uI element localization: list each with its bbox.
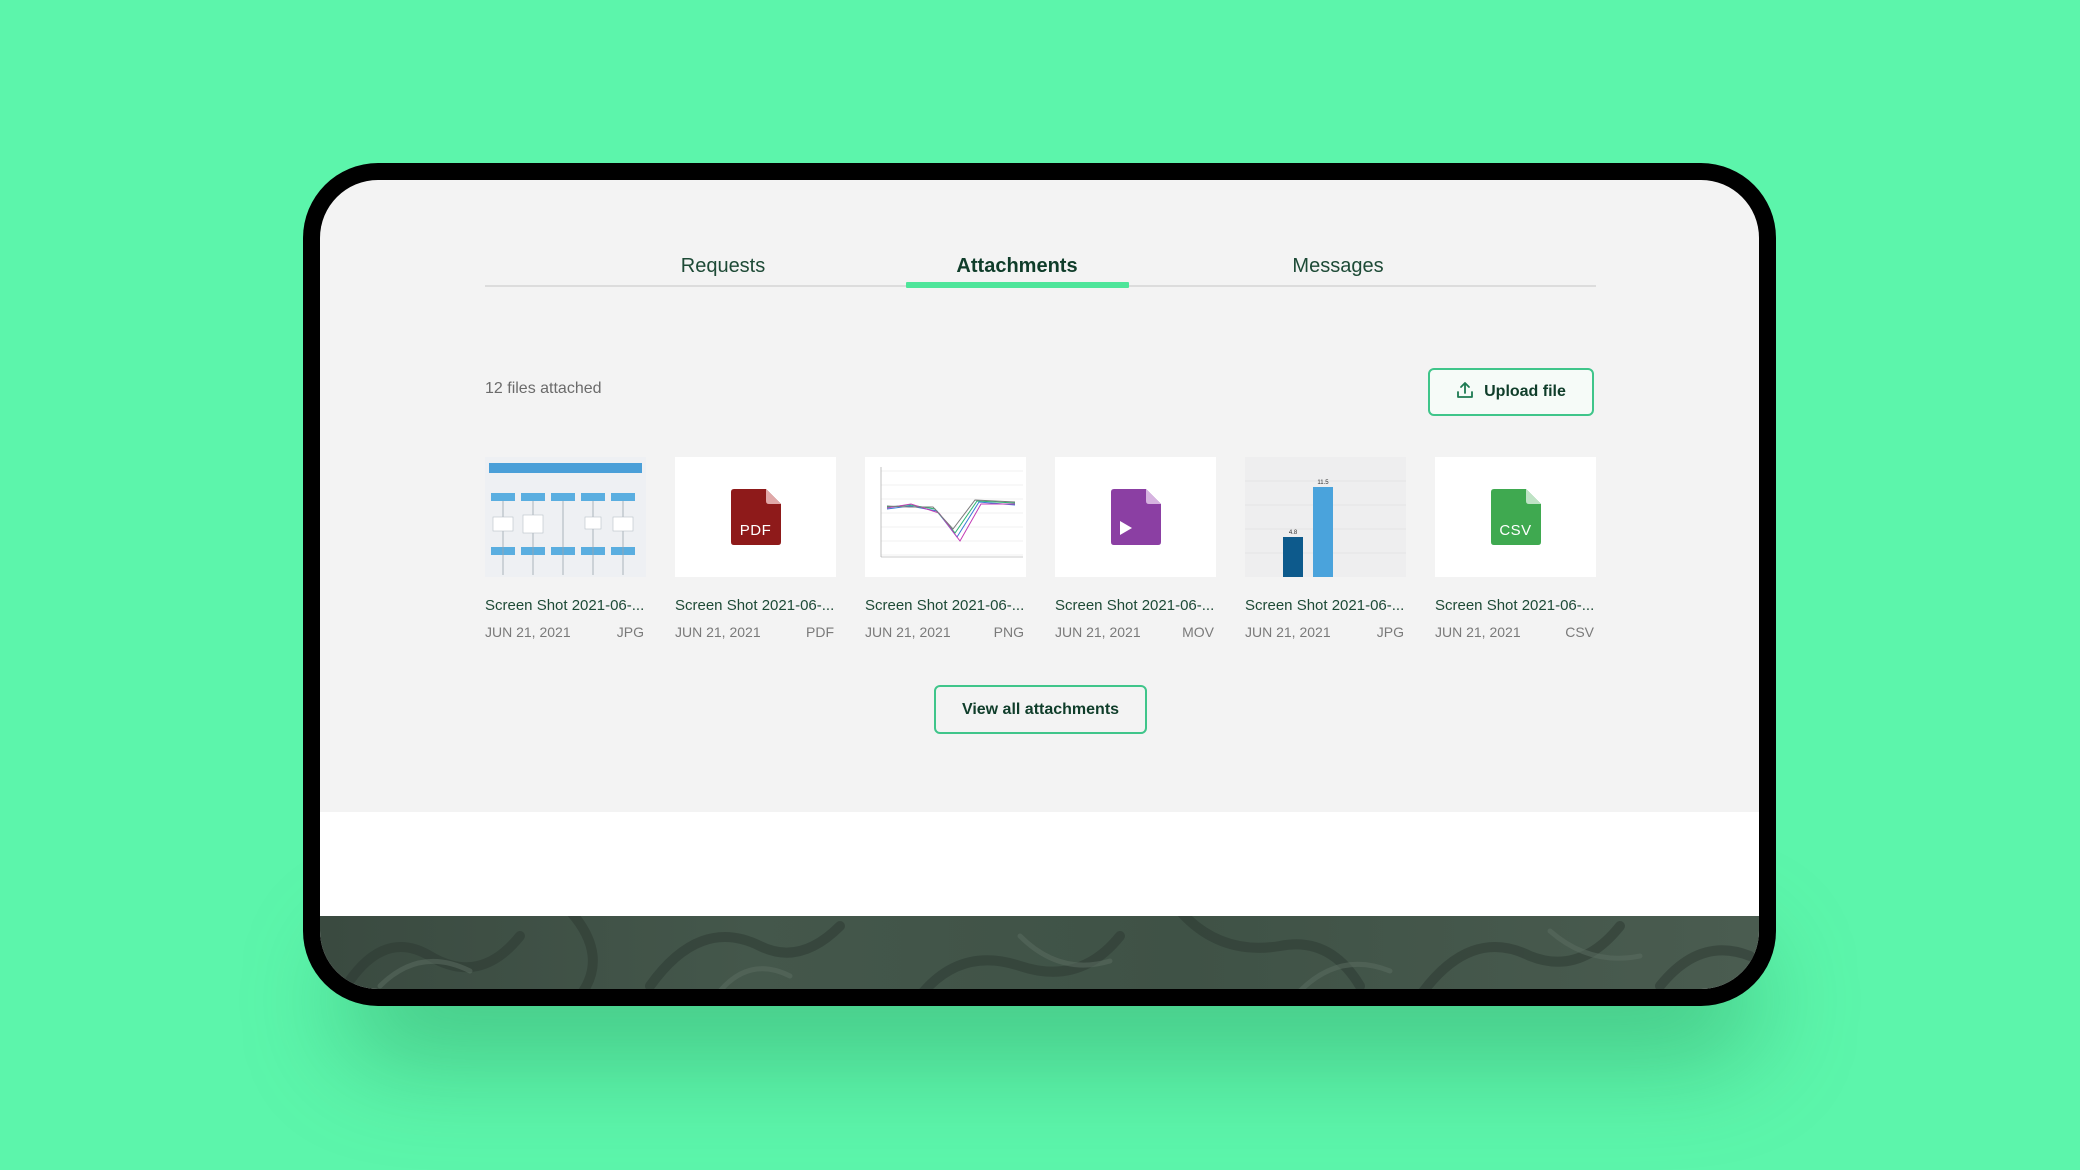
attachment-thumbnail[interactable] <box>1055 457 1216 577</box>
attachment-thumbnail[interactable]: 4.8 11.5 <box>1245 457 1406 577</box>
pdf-file-icon: PDF <box>730 489 781 545</box>
attachment-thumbnail[interactable]: CSV <box>1435 457 1596 577</box>
attachment-date: JUN 21, 2021 <box>485 624 571 640</box>
attachment-type: PNG <box>993 624 1024 640</box>
footer-spacer <box>320 812 1759 916</box>
attachment-date: JUN 21, 2021 <box>1055 624 1141 640</box>
bar <box>1313 487 1333 577</box>
csv-icon-text: CSV <box>1499 522 1532 539</box>
attachment-filename[interactable]: Screen Shot 2021-06-... <box>485 597 646 614</box>
attachment-type: JPG <box>1376 624 1404 640</box>
bar <box>1283 537 1303 577</box>
attachment-type: JPG <box>616 624 644 640</box>
attachment-type: MOV <box>1182 624 1214 640</box>
upload-file-label: Upload file <box>1484 383 1566 400</box>
video-file-icon <box>1110 489 1161 545</box>
csv-file-icon: CSV <box>1490 489 1541 545</box>
attachment-date: JUN 21, 2021 <box>1245 624 1331 640</box>
files-count: 12 files attached <box>485 380 602 397</box>
attachment-date: JUN 21, 2021 <box>865 624 951 640</box>
attachment-thumbnail[interactable]: PDF <box>675 457 836 577</box>
view-all-attachments-button[interactable]: View all attachments <box>934 685 1147 734</box>
attachment-thumbnail[interactable] <box>485 457 646 577</box>
tab-bar: Requests Attachments Messages <box>485 235 1596 288</box>
attachment-date: JUN 21, 2021 <box>1435 624 1521 640</box>
bar-value-label: 4.8 <box>1289 530 1298 536</box>
attachment-filename[interactable]: Screen Shot 2021-06-... <box>1435 597 1596 614</box>
tablet-frame: Requests Attachments Messages 12 files a… <box>303 163 1776 1006</box>
attachment-filename[interactable]: Screen Shot 2021-06-... <box>865 597 1026 614</box>
active-tab-indicator <box>906 282 1129 288</box>
organic-pattern-image <box>338 916 1755 989</box>
attachment-thumbnail[interactable] <box>865 457 1026 577</box>
attachment-card[interactable]: CSV Screen Shot 2021-06-... JUN 21, 2021… <box>1435 457 1596 640</box>
attachment-card[interactable]: Screen Shot 2021-06-... JUN 21, 2021 MOV <box>1055 457 1216 640</box>
bar-chart-thumbnail-image: 4.8 11.5 <box>1245 457 1406 577</box>
screen: Requests Attachments Messages 12 files a… <box>320 180 1759 989</box>
bar-value-label: 11.5 <box>1317 480 1329 486</box>
tab-attachments[interactable]: Attachments <box>956 255 1077 278</box>
attachment-filename[interactable]: Screen Shot 2021-06-... <box>1055 597 1216 614</box>
line-chart-thumbnail-image <box>865 457 1026 577</box>
tab-messages[interactable]: Messages <box>1292 255 1383 278</box>
attachment-filename[interactable]: Screen Shot 2021-06-... <box>1245 597 1406 614</box>
attachment-type: CSV <box>1565 624 1594 640</box>
upload-icon <box>1456 381 1474 404</box>
flowchart-thumbnail-image <box>485 457 646 577</box>
upload-file-button[interactable]: Upload file <box>1428 368 1594 416</box>
attachment-date: JUN 21, 2021 <box>675 624 761 640</box>
attachment-card[interactable]: 4.8 11.5 Screen Shot 2021-06-... JUN 21,… <box>1245 457 1406 640</box>
tab-requests[interactable]: Requests <box>681 255 766 278</box>
footer-texture <box>320 916 1759 989</box>
attachment-filename[interactable]: Screen Shot 2021-06-... <box>675 597 836 614</box>
attachment-card[interactable]: Screen Shot 2021-06-... JUN 21, 2021 JPG <box>485 457 646 640</box>
pdf-icon-text: PDF <box>739 522 772 539</box>
attachments-grid: Screen Shot 2021-06-... JUN 21, 2021 JPG… <box>485 457 1596 647</box>
attachment-card[interactable]: Screen Shot 2021-06-... JUN 21, 2021 PNG <box>865 457 1026 640</box>
attachment-type: PDF <box>806 624 834 640</box>
attachment-card[interactable]: PDF Screen Shot 2021-06-... JUN 21, 2021… <box>675 457 836 640</box>
